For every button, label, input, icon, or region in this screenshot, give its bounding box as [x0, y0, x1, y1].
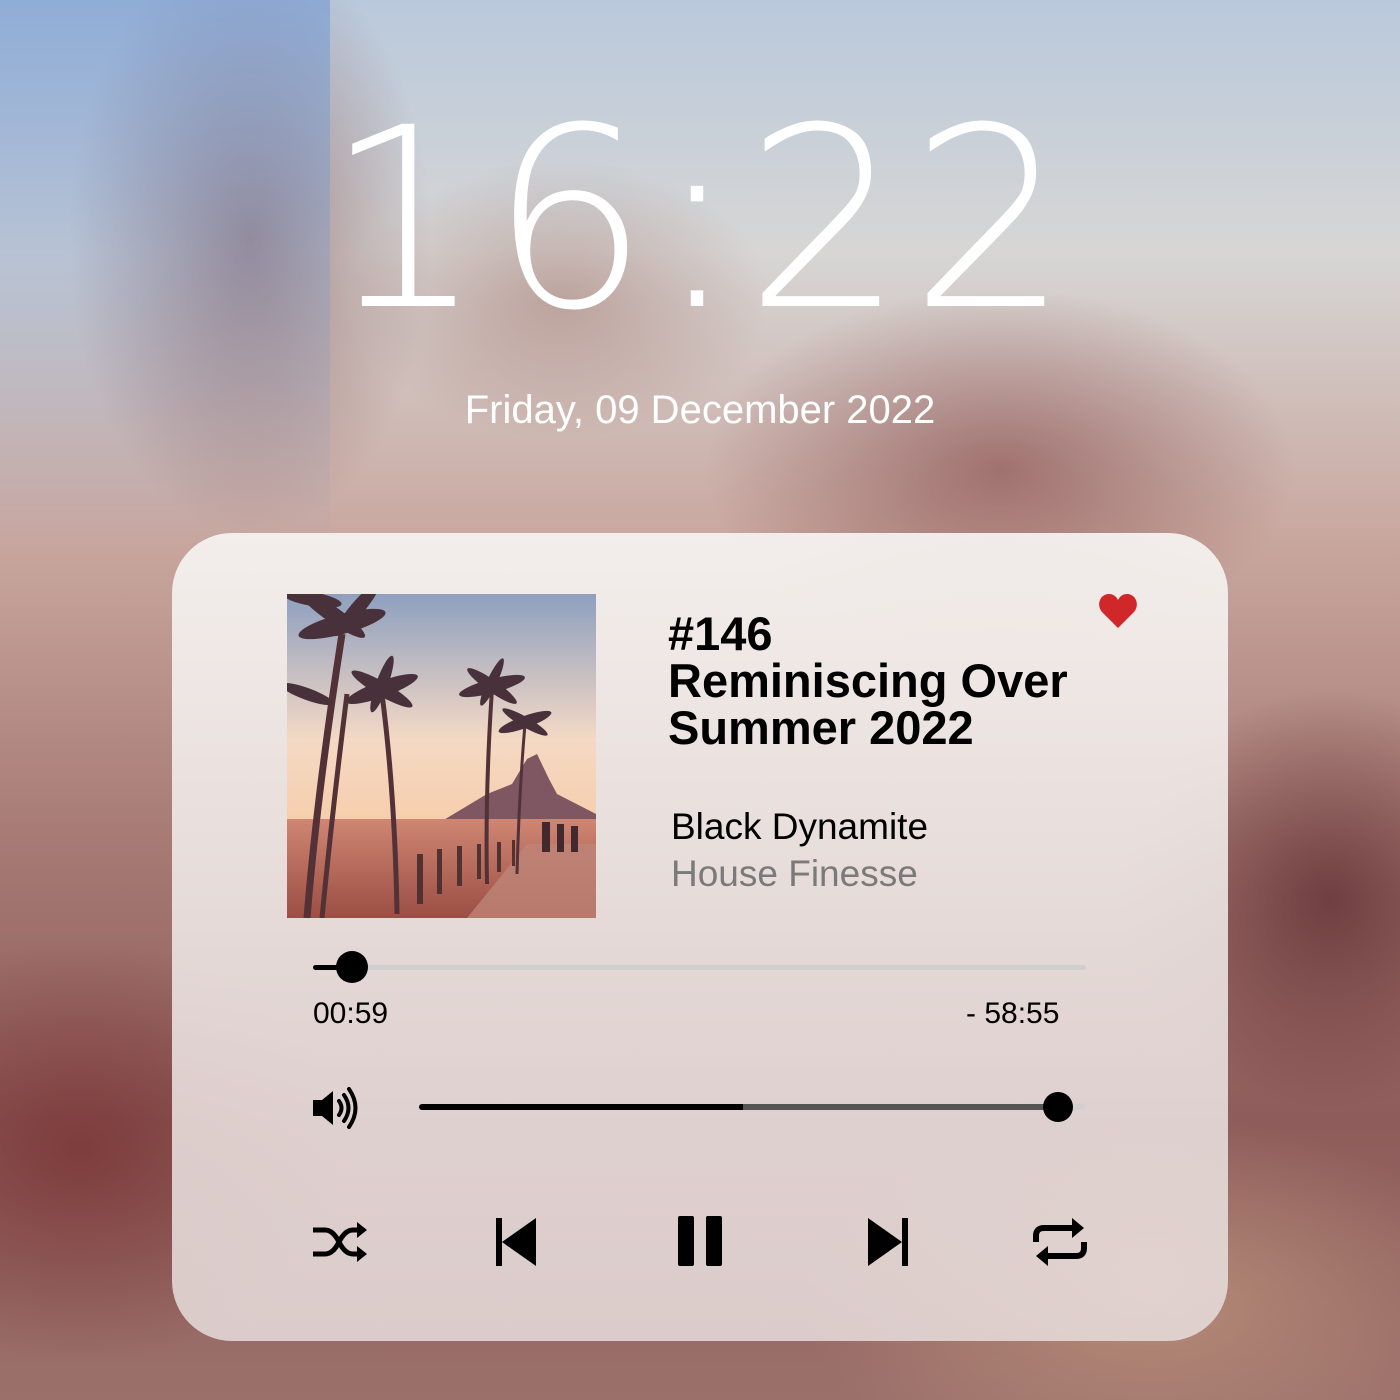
title-line-1: Reminiscing Over	[668, 654, 1068, 707]
repeat-icon[interactable]	[1030, 1212, 1090, 1272]
pause-icon[interactable]	[670, 1212, 730, 1272]
title-line-2: Summer 2022	[668, 701, 974, 754]
artist-name[interactable]: Black Dynamite	[671, 806, 928, 848]
volume-fill-secondary	[743, 1104, 1059, 1110]
shuffle-icon[interactable]	[309, 1212, 369, 1272]
label-name[interactable]: House Finesse	[671, 853, 918, 895]
favorite-heart-icon[interactable]	[1098, 592, 1138, 630]
lockscreen-clock: 16:22	[324, 74, 1076, 365]
progress-bar[interactable]	[313, 951, 1086, 983]
progress-scrubber[interactable]	[335, 951, 368, 983]
speaker-volume-icon[interactable]	[311, 1083, 361, 1133]
remaining-time: - 58:55	[966, 997, 1060, 1030]
album-cover	[287, 594, 596, 918]
elapsed-time: 00:59	[313, 997, 389, 1030]
volume-fill	[419, 1104, 743, 1110]
skip-previous-icon[interactable]	[488, 1212, 548, 1272]
lockscreen-date: Friday, 09 December 2022	[464, 388, 936, 432]
skip-next-icon[interactable]	[856, 1212, 916, 1272]
volume-slider[interactable]	[419, 1092, 1085, 1122]
track-title: #146 Reminiscing Over Summer 2022	[668, 610, 1128, 751]
episode-number: #146	[668, 607, 773, 660]
